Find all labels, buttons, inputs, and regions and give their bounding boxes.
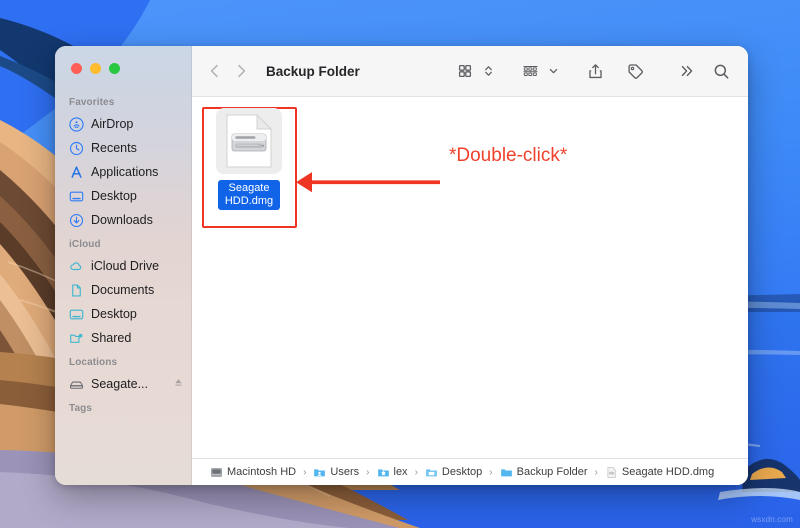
sidebar-item-label: Seagate... bbox=[91, 377, 148, 391]
shared-folder-icon bbox=[69, 331, 84, 346]
folder-icon bbox=[500, 466, 513, 479]
file-item-seagate-dmg[interactable]: Seagate HDD.dmg bbox=[209, 108, 289, 210]
view-options-group[interactable] bbox=[452, 59, 495, 83]
file-name-line1: Seagate bbox=[228, 182, 270, 194]
disk-image-dmg-icon bbox=[216, 108, 282, 174]
window-body: Favorites AirDrop Recents Applications D… bbox=[55, 46, 748, 485]
sidebar-item-label: Desktop bbox=[91, 189, 137, 203]
sidebar-item-label: Desktop bbox=[91, 307, 137, 321]
chevron-up-down-icon[interactable] bbox=[482, 59, 495, 83]
cloud-icon bbox=[69, 259, 84, 274]
file-grid[interactable]: Seagate HDD.dmg *Double-click* bbox=[192, 97, 748, 458]
breadcrumb-label: lex bbox=[393, 466, 408, 478]
toolbar: Backup Folder bbox=[192, 46, 748, 97]
forward-button[interactable] bbox=[228, 58, 254, 84]
sidebar-item-desktop-icloud[interactable]: Desktop bbox=[55, 302, 192, 326]
sidebar[interactable]: Favorites AirDrop Recents Applications D… bbox=[55, 46, 192, 485]
page-title: Backup Folder bbox=[266, 63, 360, 79]
group-by-options-group[interactable] bbox=[517, 59, 560, 83]
sidebar-item-label: Downloads bbox=[91, 213, 153, 227]
file-name-line2: HDD.dmg bbox=[224, 195, 274, 207]
share-icon[interactable] bbox=[582, 59, 608, 83]
group-by-icon[interactable] bbox=[517, 59, 543, 83]
sidebar-item-label: Documents bbox=[91, 283, 155, 297]
download-icon bbox=[69, 213, 84, 228]
breadcrumb-separator: › bbox=[366, 466, 370, 478]
breadcrumb-seagate-dmg[interactable]: Seagate HDD.dmg bbox=[605, 466, 714, 479]
sidebar-item-label: Applications bbox=[91, 165, 159, 179]
breadcrumb-label: Macintosh HD bbox=[227, 466, 297, 478]
annotation-text: *Double-click* bbox=[449, 145, 568, 166]
breadcrumb-label: Desktop bbox=[441, 466, 483, 478]
sidebar-item-airdrop[interactable]: AirDrop bbox=[55, 112, 192, 136]
breadcrumb-users[interactable]: Users bbox=[313, 466, 359, 479]
sidebar-item-icloud-drive[interactable]: iCloud Drive bbox=[55, 254, 192, 278]
desktop-icon bbox=[69, 307, 84, 322]
breadcrumb-separator: › bbox=[489, 466, 493, 478]
app-store-icon bbox=[69, 165, 84, 180]
dmg-file-icon bbox=[605, 466, 618, 479]
breadcrumb-separator: › bbox=[594, 466, 598, 478]
breadcrumb-backup-folder[interactable]: Backup Folder bbox=[500, 466, 588, 479]
airdrop-icon bbox=[69, 116, 84, 132]
sidebar-item-label: Recents bbox=[91, 141, 137, 155]
sidebar-item-label: iCloud Drive bbox=[91, 259, 160, 273]
sidebar-item-recents[interactable]: Recents bbox=[55, 136, 192, 160]
desktop-icon bbox=[69, 189, 84, 204]
double-chevron-right-icon[interactable] bbox=[674, 59, 700, 83]
eject-icon[interactable] bbox=[173, 377, 184, 391]
breadcrumb-separator: › bbox=[414, 466, 418, 478]
breadcrumb-desktop[interactable]: Desktop bbox=[425, 466, 482, 479]
breadcrumb-separator: › bbox=[303, 466, 307, 478]
traffic-light-controls[interactable] bbox=[71, 63, 120, 74]
breadcrumb-label: Seagate HDD.dmg bbox=[621, 466, 715, 478]
maximize-button[interactable] bbox=[109, 63, 120, 74]
clock-icon bbox=[69, 141, 84, 156]
watermark: wsxdn.com bbox=[751, 515, 793, 524]
sidebar-section-tags: Tags bbox=[69, 403, 92, 414]
breadcrumb-lex[interactable]: lex bbox=[377, 466, 408, 479]
content-pane: Backup Folder Seagate HDD.dmg *Double-cl… bbox=[192, 46, 748, 485]
chevron-down-icon[interactable] bbox=[547, 59, 560, 83]
close-button[interactable] bbox=[71, 63, 82, 74]
tag-icon[interactable] bbox=[622, 59, 648, 83]
breadcrumb-label: Backup Folder bbox=[516, 466, 588, 478]
sidebar-section-favorites: Favorites bbox=[69, 97, 115, 108]
icon-view-grid-icon[interactable] bbox=[452, 59, 478, 83]
external-drive-icon bbox=[69, 377, 84, 392]
breadcrumb-label: Users bbox=[330, 466, 360, 478]
sidebar-item-applications[interactable]: Applications bbox=[55, 160, 192, 184]
users-folder-icon bbox=[313, 466, 326, 479]
hard-drive-icon bbox=[210, 466, 223, 479]
sidebar-item-documents[interactable]: Documents bbox=[55, 278, 192, 302]
sidebar-item-label: Shared bbox=[91, 331, 132, 345]
home-folder-icon bbox=[377, 466, 390, 479]
sidebar-section-icloud: iCloud bbox=[69, 239, 101, 250]
search-icon[interactable] bbox=[708, 59, 734, 83]
sidebar-item-seagate[interactable]: Seagate... bbox=[55, 372, 192, 396]
path-bar[interactable]: Macintosh HD › Users › lex › Desktop › B… bbox=[192, 458, 748, 485]
sidebar-item-downloads[interactable]: Downloads bbox=[55, 208, 192, 232]
finder-window[interactable]: Favorites AirDrop Recents Applications D… bbox=[55, 46, 748, 485]
sidebar-item-shared[interactable]: Shared bbox=[55, 326, 192, 350]
sidebar-section-locations: Locations bbox=[69, 357, 118, 368]
file-name-label[interactable]: Seagate HDD.dmg bbox=[218, 180, 280, 210]
sidebar-item-label: AirDrop bbox=[91, 117, 134, 131]
desktop-folder-icon bbox=[425, 466, 438, 479]
back-button[interactable] bbox=[202, 58, 228, 84]
minimize-button[interactable] bbox=[90, 63, 101, 74]
document-icon bbox=[69, 283, 84, 298]
breadcrumb-macintosh-hd[interactable]: Macintosh HD bbox=[210, 466, 296, 479]
sidebar-item-desktop[interactable]: Desktop bbox=[55, 184, 192, 208]
